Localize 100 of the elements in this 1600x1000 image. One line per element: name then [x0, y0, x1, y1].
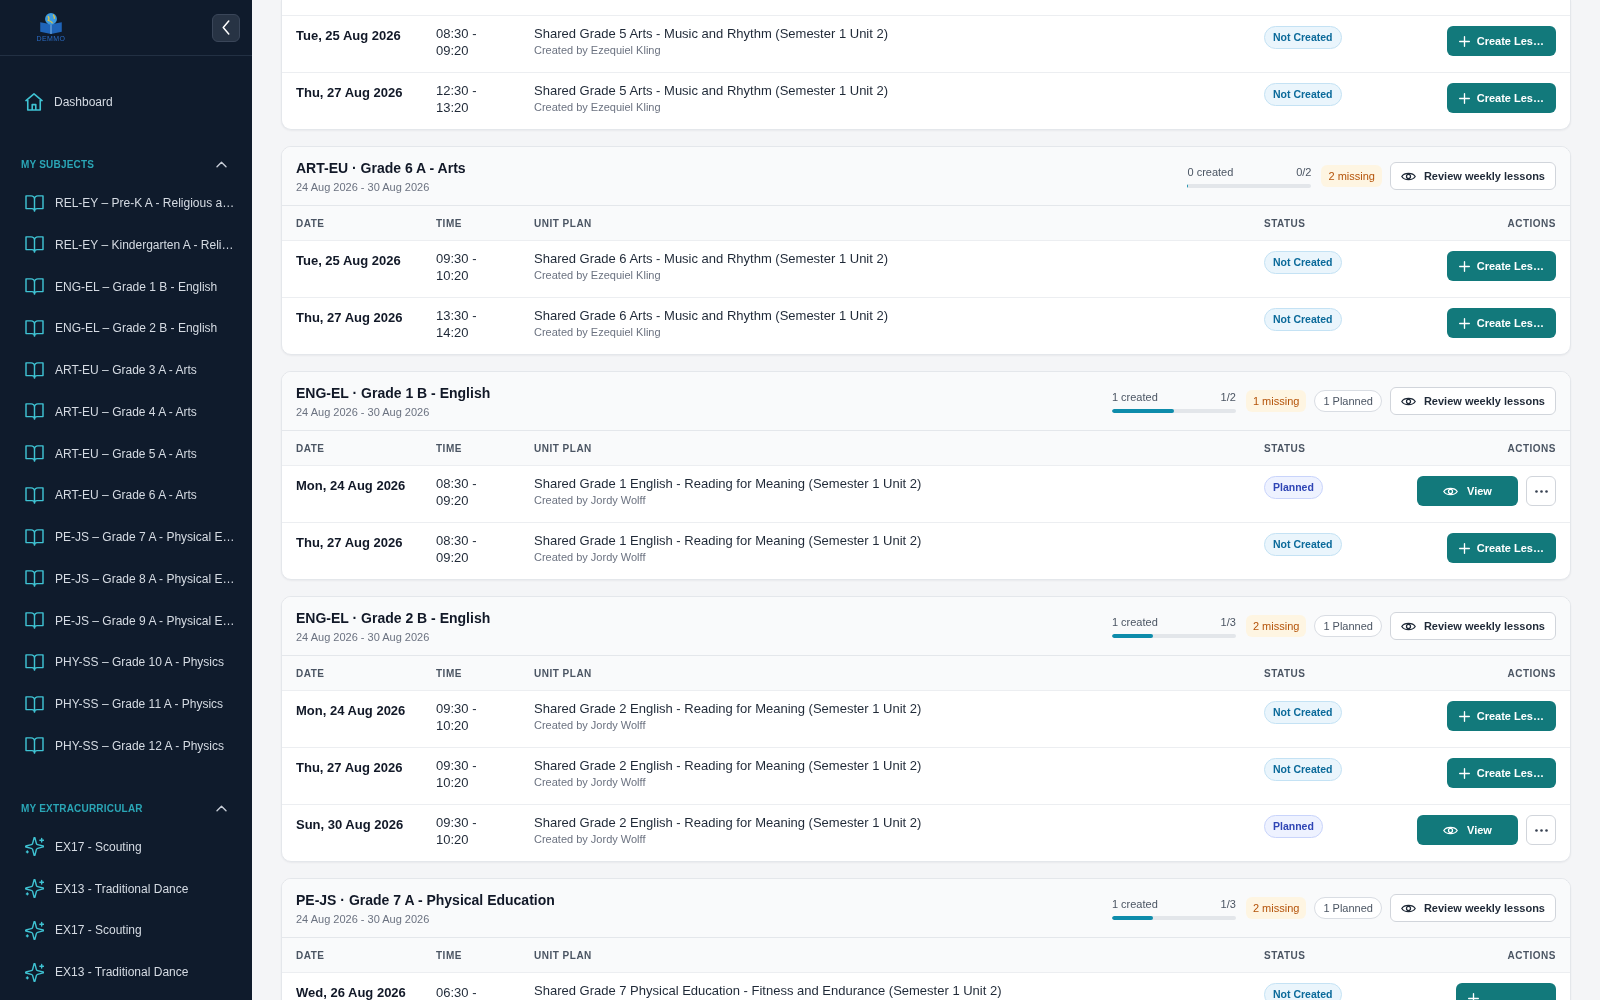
plus-icon — [1458, 542, 1470, 554]
sparkle-icon — [25, 962, 44, 982]
time-cell-text: 08:30 - 09:20 — [436, 532, 478, 566]
time-cell-text: 12:30 - 13:20 — [436, 82, 478, 116]
create-lesson-button[interactable]: Create Les… — [1446, 251, 1556, 281]
date-cell: Thu, 27 Aug 2026 — [296, 535, 403, 550]
eye-icon — [1400, 396, 1416, 406]
subject-link[interactable]: PHY-SS – Grade 11 A - Physics — [0, 683, 252, 725]
eye-icon — [1400, 171, 1416, 181]
column-header: ACTIONS — [1507, 949, 1556, 961]
subject-link[interactable]: PE-JS – Grade 7 A - Physical E… — [0, 516, 252, 558]
subject-link[interactable]: PE-JS – Grade 9 A - Physical E… — [0, 599, 252, 642]
progress-label: 1 created — [1111, 896, 1158, 911]
column-header: STATUS — [1264, 442, 1306, 454]
book-icon — [25, 653, 44, 671]
date-cell: Tue, 25 Aug 2026 — [296, 28, 401, 43]
created-by-text: Created by Jordy Wolff — [534, 550, 646, 564]
column-header: ACTIONS — [1507, 667, 1556, 679]
more-icon — [1534, 828, 1548, 832]
column-header: STATUS — [1264, 667, 1306, 679]
column-header: STATUS — [1264, 949, 1306, 961]
missing-count-badge: 2 missing — [1321, 165, 1382, 187]
book-icon — [25, 319, 44, 337]
progress-label: 0 created — [1187, 164, 1234, 179]
column-header: UNIT PLAN — [534, 949, 592, 961]
subject-link[interactable]: ART-EU – Grade 3 A - Arts — [0, 349, 252, 391]
view-button[interactable]: View — [1417, 476, 1518, 506]
view-button[interactable]: View — [1417, 815, 1518, 845]
time-cell: 06:30 - — [436, 984, 477, 1000]
subject-link[interactable]: ART-EU – Grade 6 A - Arts — [0, 474, 252, 517]
book-icon — [25, 612, 44, 629]
column-header: TIME — [436, 442, 462, 454]
create-lesson-button[interactable]: Create Les… — [1446, 533, 1556, 563]
book-icon — [25, 445, 44, 462]
progress-ratio: 1/2 — [1220, 389, 1236, 404]
created-by-text: Created by Ezequiel Kling — [534, 268, 661, 282]
review-lessons-button[interactable]: Review weekly lessons — [1389, 387, 1556, 415]
created-by-text: Created by Ezequiel Kling — [534, 100, 661, 114]
book-icon — [25, 403, 44, 421]
chevron-up-icon[interactable] — [216, 804, 227, 812]
column-header: DATE — [296, 442, 325, 454]
date-range: 24 Aug 2026 - 30 Aug 2026 — [296, 911, 430, 926]
chevron-up-icon[interactable] — [216, 160, 227, 168]
create-lesson-button[interactable]: Create Les… — [1446, 758, 1556, 788]
date-range: 24 Aug 2026 - 30 Aug 2026 — [296, 404, 430, 419]
date-cell: Mon, 24 Aug 2026 — [296, 478, 406, 493]
book-icon — [25, 570, 44, 588]
group-title: ENG-EL · Grade 2 B - English — [296, 608, 491, 627]
book-icon — [25, 236, 44, 254]
unit-plan-title: Shared Grade 6 Arts - Music and Rhythm (Semester 1 Unit 2) — [534, 251, 889, 266]
unit-plan-title: Shared Grade 6 Arts - Music and Rhythm (Semester 1 Unit 2) — [534, 308, 889, 323]
review-lessons-button[interactable]: Review weekly lessons — [1389, 162, 1556, 190]
activity-link[interactable]: EX17 - Scouting — [0, 909, 252, 952]
subject-link[interactable]: ART-EU – Grade 5 A - Arts — [0, 432, 252, 475]
dashboard-link[interactable]: Dashboard — [0, 81, 252, 123]
time-cell-text: 13:30 - 14:20 — [436, 307, 478, 341]
sparkle-icon — [25, 879, 44, 899]
subject-link[interactable]: ENG-EL – Grade 2 B - English — [0, 307, 252, 350]
review-lessons-button[interactable]: Review weekly lessons — [1389, 894, 1556, 922]
unit-plan-title: Shared Grade 5 Arts - Music and Rhythm (Semester 1 Unit 2) — [534, 26, 889, 41]
create-lesson-button[interactable]: Create Les… — [1446, 308, 1556, 338]
book-icon — [25, 528, 44, 546]
collapse-sidebar-button[interactable] — [212, 13, 240, 42]
home-icon — [25, 92, 43, 111]
section-heading: MY SUBJECTS — [21, 158, 95, 170]
created-by-text: Created by Jordy Wolff — [534, 832, 646, 846]
subject-link[interactable]: REL-EY – Pre-K A - Religious a… — [0, 182, 252, 224]
date-range: 24 Aug 2026 - 30 Aug 2026 — [296, 179, 430, 194]
activity-link[interactable]: EX13 - Traditional Dance — [0, 951, 252, 994]
activity-link[interactable]: EX17 - Scouting — [0, 826, 252, 868]
progress-label: 1 created — [1111, 614, 1158, 629]
more-icon — [1534, 489, 1548, 493]
unit-plan-title: Shared Grade 5 Arts - Music and Rhythm (Semester 1 Unit 2) — [534, 83, 889, 98]
date-cell: Mon, 24 Aug 2026 — [296, 703, 406, 718]
date-cell: Thu, 27 Aug 2026 — [296, 310, 403, 325]
subject-link[interactable]: PHY-SS – Grade 12 A - Physics — [0, 724, 252, 767]
subject-link[interactable]: PHY-SS – Grade 10 A - Physics — [0, 641, 252, 684]
column-header: STATUS — [1264, 217, 1306, 229]
time-cell-text: 09:30 - 10:20 — [436, 700, 478, 734]
column-header: UNIT PLAN — [534, 217, 592, 229]
create-lesson-button[interactable]: Create Les… — [1446, 26, 1556, 56]
status-badge: Not Created — [1264, 308, 1342, 331]
review-lessons-button[interactable]: Review weekly lessons — [1389, 612, 1556, 640]
missing-count-badge: 2 missing — [1245, 615, 1307, 637]
column-header: ACTIONS — [1507, 442, 1556, 454]
create-lesson-button[interactable]: Create Les… — [1446, 701, 1556, 731]
activity-link[interactable]: EX13 - Traditional Dance — [0, 867, 252, 910]
subject-link[interactable]: PE-JS – Grade 8 A - Physical E… — [0, 557, 252, 600]
plus-icon — [1458, 317, 1470, 329]
planned-count-badge: 1 Planned — [1314, 897, 1382, 919]
subject-link[interactable]: ENG-EL – Grade 1 B - English — [0, 265, 252, 308]
book-icon — [25, 737, 44, 755]
date-cell: Sun, 30 Aug 2026 — [296, 817, 404, 832]
status-badge: Not Created — [1264, 251, 1342, 274]
time-cell-text: 09:30 - 10:20 — [436, 814, 478, 848]
subject-link[interactable]: ART-EU – Grade 4 A - Arts — [0, 390, 252, 433]
create-lesson-button[interactable]: Create Les… — [1446, 83, 1556, 113]
subject-link[interactable]: REL-EY – Kindergarten A - Reli… — [0, 223, 252, 266]
group-title: ART-EU · Grade 6 A - Arts — [296, 158, 466, 177]
book-icon — [25, 278, 44, 295]
